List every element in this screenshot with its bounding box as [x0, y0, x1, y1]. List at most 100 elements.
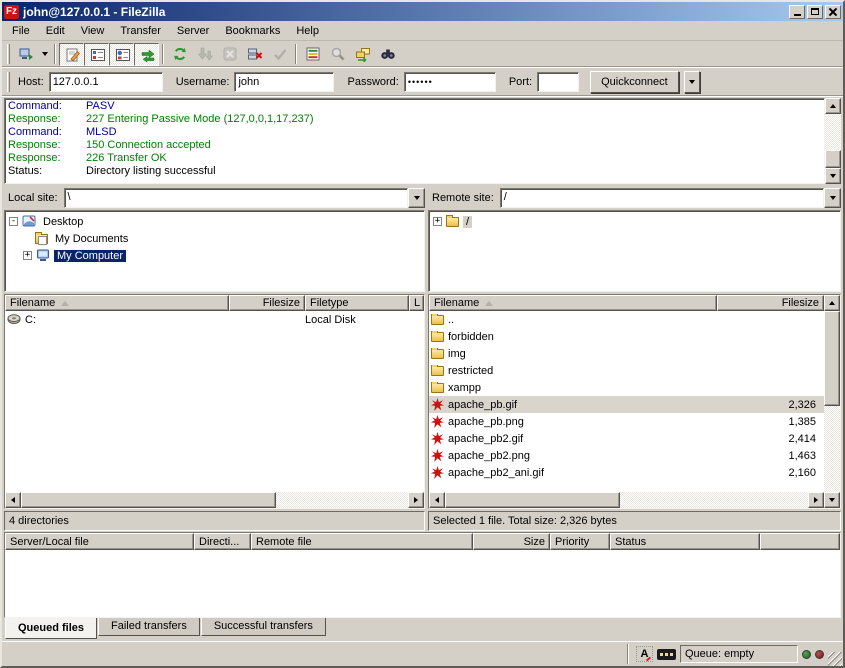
remote-tree[interactable]: + / — [428, 210, 841, 292]
filter-button[interactable] — [300, 43, 325, 66]
tree-item-root[interactable]: + / — [431, 213, 840, 230]
remote-list-body[interactable]: .. forbidden img restricted xampp apache… — [429, 311, 824, 492]
host-input[interactable] — [49, 72, 163, 92]
column-header-filename[interactable]: Filename — [5, 295, 229, 311]
cancel-operation-button[interactable] — [217, 43, 242, 66]
file-row[interactable]: restricted — [429, 362, 824, 379]
scroll-right-button[interactable] — [408, 492, 424, 508]
reconnect-button[interactable] — [267, 43, 292, 66]
scroll-right-button[interactable] — [808, 492, 824, 508]
tree-item-label[interactable]: / — [463, 216, 472, 228]
tree-item-desktop[interactable]: - Desktop — [7, 213, 424, 230]
file-row[interactable]: forbidden — [429, 328, 824, 345]
quickconnect-grip[interactable] — [7, 72, 10, 92]
column-header-last-modified[interactable]: L — [409, 295, 424, 311]
local-site-dropdown[interactable] — [408, 188, 425, 208]
column-header-filename[interactable]: Filename — [429, 295, 717, 311]
menu-view[interactable]: View — [73, 23, 113, 39]
column-header-filesize[interactable]: Filesize — [717, 295, 824, 311]
menu-server[interactable]: Server — [169, 23, 217, 39]
resize-grip[interactable] — [828, 652, 842, 666]
scroll-left-button[interactable] — [429, 492, 445, 508]
scroll-left-button[interactable] — [5, 492, 21, 508]
file-row[interactable]: apache_pb2.gif2,414 — [429, 430, 824, 447]
refresh-button[interactable] — [167, 43, 192, 66]
disconnect-button[interactable] — [242, 43, 267, 66]
file-row[interactable]: apache_pb.png1,385 — [429, 413, 824, 430]
directory-comparison-button[interactable] — [350, 43, 375, 66]
log-scrollbar[interactable] — [825, 98, 841, 184]
remote-site-value[interactable]: / — [500, 188, 824, 208]
local-tree[interactable]: - Desktop My Documents + My Computer — [4, 210, 425, 292]
port-input[interactable] — [537, 72, 579, 92]
local-list-body[interactable]: C: Local Disk — [5, 311, 424, 492]
title-bar[interactable]: Fz john@127.0.0.1 - FileZilla — [2, 2, 843, 21]
expand-icon[interactable]: + — [433, 217, 442, 226]
password-input[interactable] — [404, 72, 496, 92]
column-header-local-file[interactable]: Server/Local file — [5, 533, 194, 550]
synchronized-browsing-button[interactable] — [375, 43, 400, 66]
tree-item-my-computer[interactable]: + My Computer — [7, 247, 424, 264]
username-input[interactable] — [234, 72, 334, 92]
collapse-icon[interactable]: - — [9, 217, 18, 226]
minimize-button[interactable] — [789, 5, 805, 19]
scroll-up-button[interactable] — [824, 295, 840, 311]
local-site-value[interactable]: \ — [64, 188, 408, 208]
site-manager-dropdown[interactable] — [38, 43, 51, 66]
menu-bookmarks[interactable]: Bookmarks — [217, 23, 288, 39]
toggle-remote-tree-button[interactable] — [109, 43, 134, 66]
scroll-up-button[interactable] — [825, 98, 841, 114]
toolbar-grip[interactable] — [7, 44, 10, 64]
toggle-queue-button[interactable] — [134, 43, 159, 66]
expand-icon[interactable]: + — [23, 251, 32, 260]
file-row[interactable]: img — [429, 345, 824, 362]
column-header-priority[interactable]: Priority — [550, 533, 610, 550]
remote-site-dropdown[interactable] — [824, 188, 841, 208]
tree-item-label[interactable]: My Computer — [54, 250, 126, 262]
quickconnect-dropdown[interactable] — [684, 71, 700, 93]
column-header-status[interactable]: Status — [610, 533, 760, 550]
file-row[interactable]: apache_pb2.png1,463 — [429, 447, 824, 464]
file-row[interactable]: .. — [429, 311, 824, 328]
speedlimit-indicator-icon[interactable] — [657, 649, 676, 660]
scroll-thumb[interactable] — [824, 311, 840, 406]
menu-help[interactable]: Help — [288, 23, 327, 39]
file-row-selected[interactable]: apache_pb.gif2,326 — [429, 396, 824, 413]
toggle-local-tree-button[interactable] — [84, 43, 109, 66]
scroll-down-button[interactable] — [825, 168, 841, 184]
maximize-button[interactable] — [807, 5, 823, 19]
tab-successful-transfers[interactable]: Successful transfers — [201, 618, 326, 636]
scroll-track[interactable] — [824, 406, 840, 492]
find-files-button[interactable] — [325, 43, 350, 66]
close-button[interactable] — [825, 5, 841, 19]
remote-site-combo[interactable]: / — [500, 188, 841, 208]
quickconnect-button[interactable]: Quickconnect — [590, 71, 679, 93]
scroll-thumb[interactable] — [825, 150, 841, 168]
column-header-remote-file[interactable]: Remote file — [251, 533, 473, 550]
scroll-track[interactable] — [276, 492, 408, 508]
local-hscrollbar[interactable] — [5, 492, 424, 508]
scroll-track[interactable] — [825, 114, 841, 150]
menu-transfer[interactable]: Transfer — [112, 23, 169, 39]
file-row-local-disk[interactable]: C: Local Disk — [5, 311, 424, 328]
process-queue-button[interactable] — [192, 43, 217, 66]
message-log[interactable]: Command:PASV Response:227 Entering Passi… — [4, 98, 825, 184]
scroll-thumb[interactable] — [21, 492, 276, 508]
file-row[interactable]: apache_pb2_ani.gif2,160 — [429, 464, 824, 481]
column-header-direction[interactable]: Directi... — [194, 533, 251, 550]
queue-body[interactable] — [5, 550, 840, 617]
menu-edit[interactable]: Edit — [38, 23, 73, 39]
local-site-combo[interactable]: \ — [64, 188, 425, 208]
scroll-down-button[interactable] — [824, 492, 840, 508]
scroll-track[interactable] — [620, 492, 808, 508]
tree-item-label[interactable]: My Documents — [52, 233, 131, 245]
column-header-filetype[interactable]: Filetype — [305, 295, 409, 311]
tab-queued-files[interactable]: Queued files — [5, 618, 97, 639]
tree-item-label[interactable]: Desktop — [40, 216, 86, 228]
remote-vscrollbar[interactable] — [824, 295, 840, 508]
tree-item-my-documents[interactable]: My Documents — [7, 230, 424, 247]
menu-file[interactable]: File — [4, 23, 38, 39]
scroll-thumb[interactable] — [445, 492, 620, 508]
column-header-size[interactable]: Size — [473, 533, 550, 550]
remote-hscrollbar[interactable] — [429, 492, 824, 508]
